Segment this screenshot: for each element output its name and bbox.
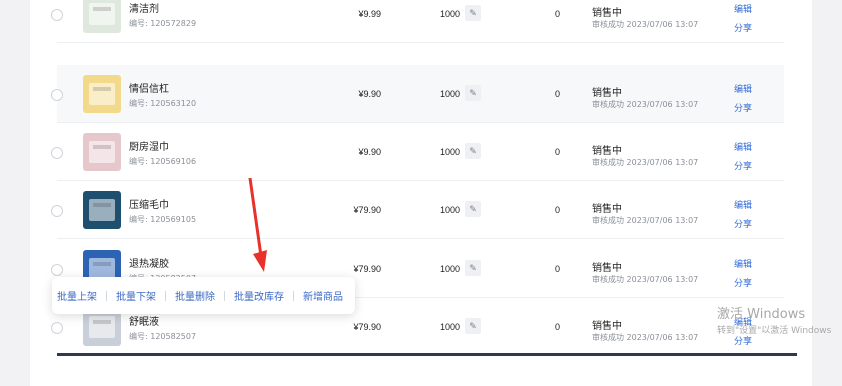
watermark-title: 激活 Windows: [717, 307, 806, 322]
product-sales: 0: [555, 322, 561, 332]
product-stock: 1000: [440, 322, 461, 332]
product-status: 销售中: [592, 88, 622, 99]
edit-link[interactable]: 编辑: [734, 2, 752, 15]
product-name[interactable]: 情侣信杠: [129, 80, 169, 95]
product-code: 编号: 120563120: [129, 99, 197, 108]
product-thumbnail[interactable]: [83, 75, 121, 113]
audit-info: 审核成功 2023/07/06 13:07: [592, 216, 699, 225]
edit-link[interactable]: 编辑: [734, 140, 752, 153]
product-thumbnail[interactable]: [83, 0, 121, 33]
edit-link[interactable]: 编辑: [734, 82, 752, 95]
product-price: ¥9.90: [358, 89, 381, 99]
product-price: ¥79.90: [353, 322, 381, 332]
action-separator: [106, 290, 107, 301]
product-name[interactable]: 舒眠液: [129, 313, 159, 328]
product-price: ¥9.99: [358, 9, 381, 19]
pencil-icon[interactable]: ✎: [465, 5, 481, 21]
product-stock: 1000: [440, 89, 461, 99]
edit-link[interactable]: 编辑: [734, 198, 752, 211]
batch-delete-button[interactable]: 批量删除: [175, 288, 215, 303]
pencil-icon[interactable]: ✎: [465, 201, 481, 217]
row-select-radio[interactable]: [51, 205, 63, 217]
edit-link[interactable]: 编辑: [734, 257, 752, 270]
product-price: ¥79.90: [353, 205, 381, 215]
product-row: 厨房湿巾 编号: 120569106 ¥9.90 1000 ✎ 0 销售中 审核…: [51, 123, 784, 181]
share-link[interactable]: 分享: [734, 159, 752, 172]
row-select-radio[interactable]: [51, 322, 63, 334]
product-status: 销售中: [592, 146, 622, 157]
product-code: 编号: 120572829: [129, 19, 197, 28]
action-separator: [165, 290, 166, 301]
product-sales: 0: [555, 9, 561, 19]
product-sales: 0: [555, 147, 561, 157]
share-link[interactable]: 分享: [734, 101, 752, 114]
product-sales: 0: [555, 205, 561, 215]
pencil-icon[interactable]: ✎: [465, 143, 481, 159]
product-row: 清洁剂 编号: 120572829 ¥9.99 1000 ✎ 0 销售中 审核成…: [51, 0, 784, 43]
audit-info: 审核成功 2023/07/06 13:07: [592, 100, 699, 109]
product-stock: 1000: [440, 9, 461, 19]
product-name[interactable]: 厨房湿巾: [129, 138, 169, 153]
pencil-icon[interactable]: ✎: [465, 318, 481, 334]
row-select-radio[interactable]: [51, 89, 63, 101]
share-link[interactable]: 分享: [734, 21, 752, 34]
pencil-icon[interactable]: ✎: [465, 260, 481, 276]
product-name[interactable]: 压缩毛巾: [129, 196, 169, 211]
add-product-button[interactable]: 新增商品: [303, 288, 343, 303]
product-code: 编号: 120569106: [129, 157, 197, 166]
product-price: ¥79.90: [353, 264, 381, 274]
product-code: 编号: 120582507: [129, 332, 197, 341]
audit-info: 审核成功 2023/07/06 13:07: [592, 158, 699, 167]
product-thumbnail[interactable]: [83, 191, 121, 229]
product-name[interactable]: 退热凝胶: [129, 255, 169, 270]
product-price: ¥9.90: [358, 147, 381, 157]
product-status: 销售中: [592, 8, 622, 19]
product-status: 销售中: [592, 321, 622, 332]
watermark-subtitle: 转到"设置"以激活 Windows: [717, 326, 832, 336]
product-status: 销售中: [592, 204, 622, 215]
batch-edit-stock-button[interactable]: 批量改库存: [234, 288, 284, 303]
audit-info: 审核成功 2023/07/06 13:07: [592, 275, 699, 284]
share-link[interactable]: 分享: [734, 217, 752, 230]
pencil-icon[interactable]: ✎: [465, 85, 481, 101]
batch-delist-button[interactable]: 批量下架: [116, 288, 156, 303]
product-status: 销售中: [592, 263, 622, 274]
windows-activation-watermark: 激活 Windows 转到"设置"以激活 Windows: [717, 303, 831, 336]
product-name[interactable]: 清洁剂: [129, 0, 159, 15]
product-stock: 1000: [440, 205, 461, 215]
action-separator: [293, 290, 294, 301]
product-stock: 1000: [440, 147, 461, 157]
product-sales: 0: [555, 89, 561, 99]
product-row: 压缩毛巾 编号: 120569105 ¥79.90 1000 ✎ 0 销售中 审…: [51, 181, 784, 239]
row-select-radio[interactable]: [51, 147, 63, 159]
batch-list-button[interactable]: 批量上架: [57, 288, 97, 303]
product-stock: 1000: [440, 264, 461, 274]
table-bottom-border: [57, 353, 797, 356]
action-separator: [224, 290, 225, 301]
annotation-arrow: [248, 178, 267, 272]
product-code: 编号: 120569105: [129, 215, 197, 224]
share-link[interactable]: 分享: [734, 276, 752, 289]
audit-info: 审核成功 2023/07/06 13:07: [592, 333, 699, 342]
product-row: 情侣信杠 编号: 120563120 ¥9.90 1000 ✎ 0 销售中 审核…: [51, 65, 784, 123]
row-select-radio[interactable]: [51, 9, 63, 21]
batch-action-popup: 批量上架 批量下架 批量删除 批量改库存 新增商品: [52, 277, 355, 314]
product-thumbnail[interactable]: [83, 133, 121, 171]
audit-info: 审核成功 2023/07/06 13:07: [592, 20, 699, 29]
product-sales: 0: [555, 264, 561, 274]
row-select-radio[interactable]: [51, 264, 63, 276]
